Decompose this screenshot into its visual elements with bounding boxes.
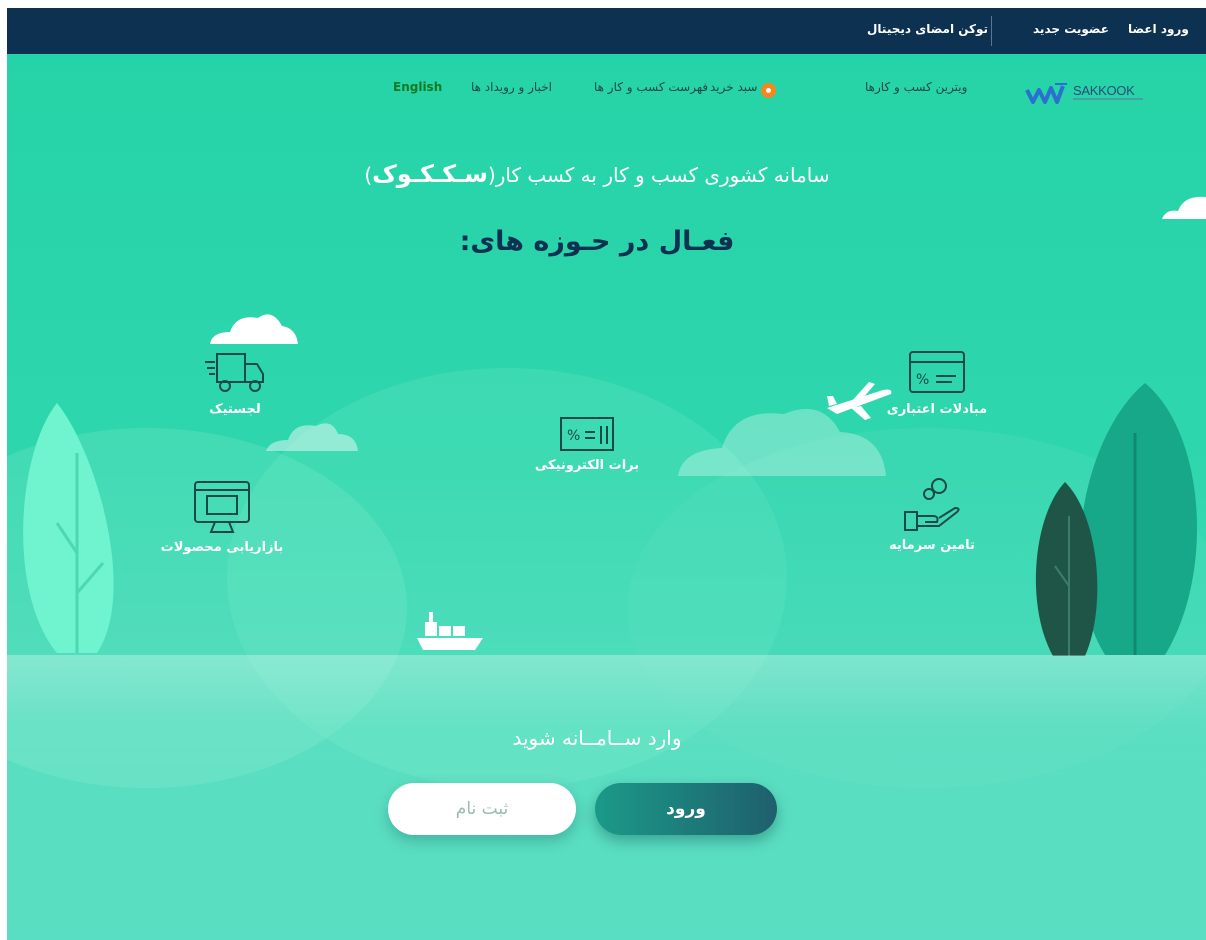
domain-label: برات الکترونیکی <box>534 458 640 473</box>
domain-electronic-invoice[interactable]: % برات الکترونیکی <box>532 414 642 473</box>
svg-text:%: % <box>567 428 580 444</box>
domain-product-marketing[interactable]: بازاریابی محصولات <box>157 478 287 555</box>
cloud-icon <box>1162 196 1206 219</box>
domain-credit-exchange[interactable]: % مبادلات اعتباری <box>877 348 997 417</box>
nav-directory-link[interactable]: فهرست کسب و کار ها <box>594 80 708 94</box>
brand-name: سـکـکـوک <box>372 160 488 188</box>
login-button[interactable]: ورود <box>595 783 777 835</box>
divider <box>991 16 992 46</box>
digital-signature-token-link[interactable]: توکن امضای دیجیتال <box>867 22 988 36</box>
invoice-icon: % <box>560 417 614 451</box>
enter-system-text: وارد ســامــانه شوید <box>512 726 682 750</box>
logo-text: SAKKOOK <box>1073 83 1135 98</box>
nav-news-link[interactable]: اخبار و رویداد ها <box>471 80 552 94</box>
cargo-ship-icon <box>417 612 483 650</box>
sakkook-logo[interactable]: SAKKOOK <box>1025 78 1155 108</box>
credit-card-icon: % <box>909 351 965 393</box>
nav-showcase-link[interactable]: ویترین کسب و کارها <box>865 80 967 94</box>
truck-icon <box>205 353 264 392</box>
domain-label: تامین سرمایه <box>889 538 975 553</box>
storefront-icon <box>194 481 250 533</box>
tagline-text: سامانه کشوری کسب و کار به کسب کار( <box>487 163 830 187</box>
tree-dark-icon <box>1035 482 1098 656</box>
domain-label: بازاریابی محصولات <box>160 540 284 555</box>
logo-subtitle <box>1073 98 1143 100</box>
hero-heading: فعـال در حـوزه های: <box>459 226 735 257</box>
member-login-link[interactable]: ورود اعضا <box>1128 22 1189 36</box>
cloud-icon <box>210 314 298 344</box>
domain-funding[interactable]: تامین سرمایه <box>877 476 987 553</box>
hand-coin-icon <box>904 478 960 531</box>
top-bar: ورود اعضا عضویت جدید توکن امضای دیجیتال <box>7 8 1206 54</box>
domain-label: لجستیک <box>209 402 261 417</box>
nav-cart-link[interactable]: سبد خرید <box>710 80 757 94</box>
tagline-end: ) <box>364 163 373 187</box>
cart-badge-icon <box>761 83 776 98</box>
page-frame: ورود اعضا عضویت جدید توکن امضای دیجیتال … <box>7 8 1206 940</box>
domain-logistics[interactable]: لجستیک <box>190 348 280 417</box>
svg-text:%: % <box>916 372 929 388</box>
domain-label: مبادلات اعتباری <box>886 402 988 417</box>
tree-left-icon <box>23 403 114 653</box>
new-membership-link[interactable]: عضویت جدید <box>1033 22 1109 36</box>
language-english-link[interactable]: English <box>393 80 442 94</box>
register-button[interactable]: ثبت نام <box>388 783 576 835</box>
logo-mark-icon <box>1025 83 1067 104</box>
hero-tagline: سامانه کشوری کسب و کار به کسب کار(سـکـکـ… <box>362 160 832 188</box>
cloud-icon <box>266 423 358 451</box>
